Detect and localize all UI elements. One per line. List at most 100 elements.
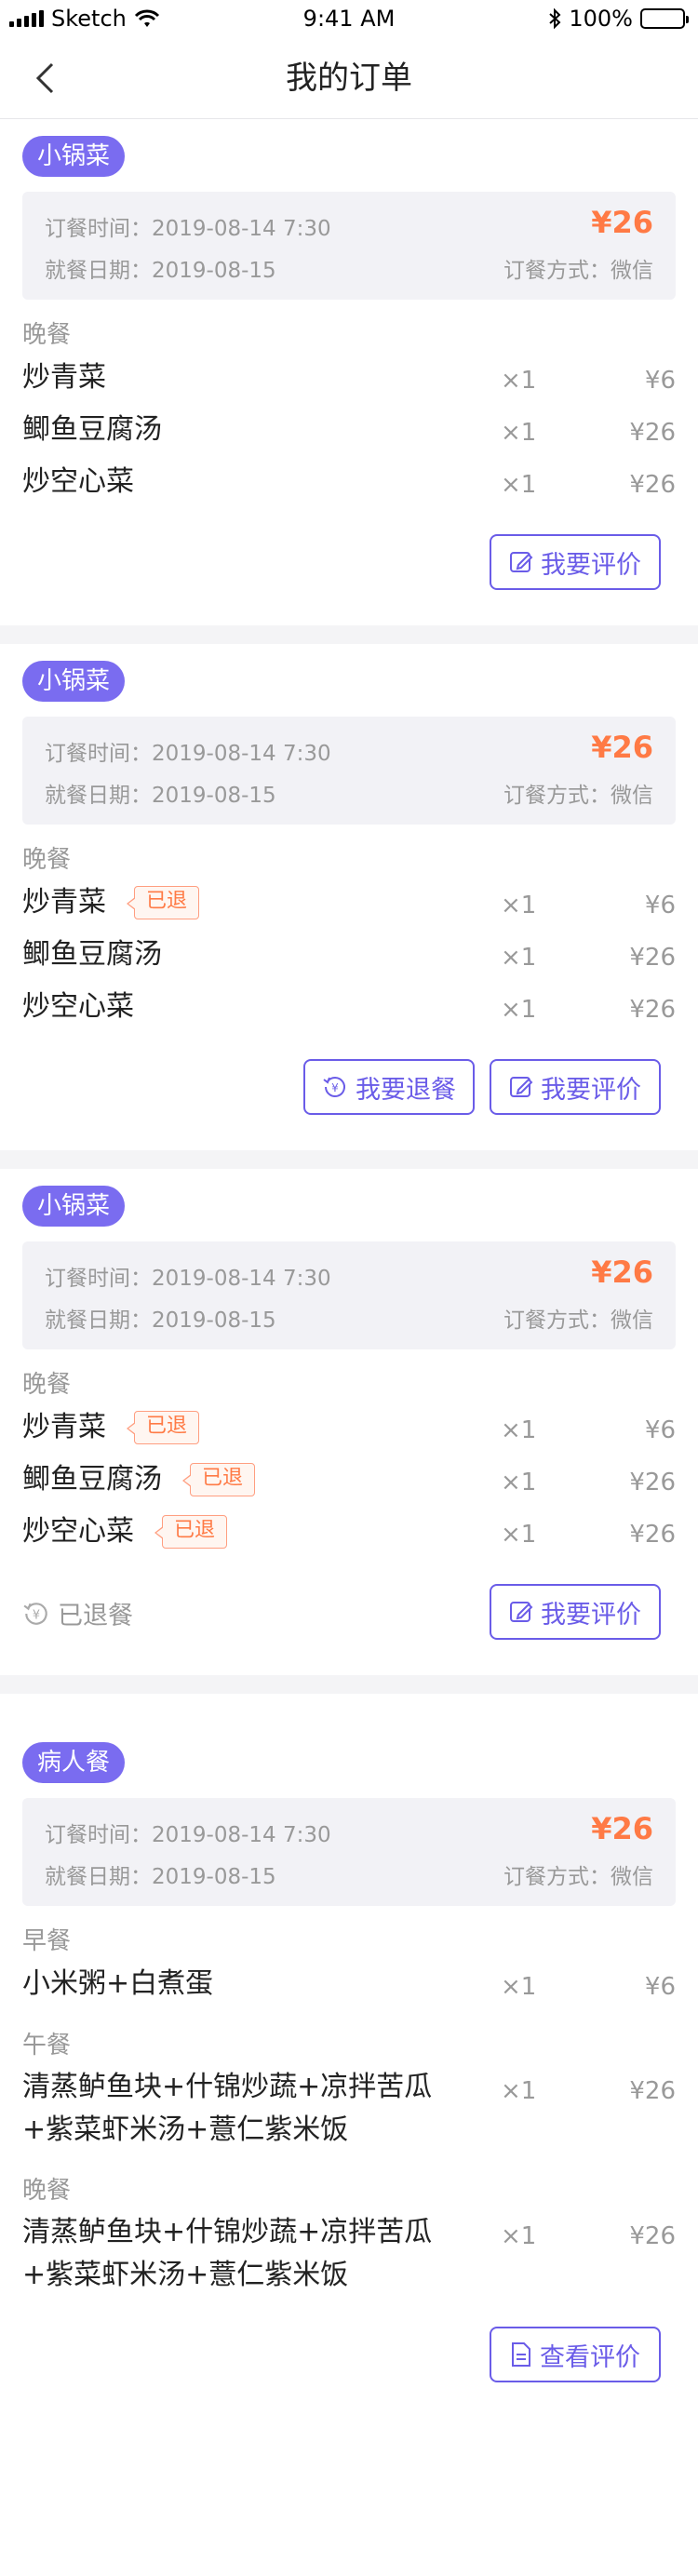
dish-qty: ×1 <box>501 1416 537 1444</box>
order-time-label: 订餐时间： <box>45 1823 152 1847</box>
order-card: 小锅菜 订餐时间：2019-08-14 7:30 就餐日期：2019-08-15… <box>0 661 698 1115</box>
nav-bar: 我的订单 <box>0 37 698 119</box>
view-review-button[interactable]: 查看评价 <box>490 2327 661 2382</box>
dish-name: 炒青菜 <box>22 1411 106 1443</box>
dine-date: 2019-08-15 <box>152 259 276 283</box>
dish-qty: ×1 <box>501 1469 537 1496</box>
pay-method: 微信 <box>611 784 653 808</box>
dish-price: ¥26 <box>629 1469 676 1496</box>
order-time: 2019-08-14 7:30 <box>152 742 331 766</box>
review-button[interactable]: 我要评价 <box>490 1059 661 1115</box>
dish-row: 鲫鱼豆腐汤 ×1 ¥26 <box>22 929 676 981</box>
bluetooth-icon <box>549 7 561 30</box>
page-title: 我的订单 <box>286 60 412 97</box>
dine-date: 2019-08-15 <box>152 1308 276 1333</box>
dish-name: 炒青菜 <box>22 886 106 919</box>
pay-method-label: 订餐方式： <box>503 1865 611 1889</box>
meal-label: 早餐 <box>22 1927 72 1955</box>
edit-icon <box>510 552 533 572</box>
section-divider <box>0 625 698 644</box>
dish-qty: ×1 <box>501 944 537 972</box>
order-type-tag: 小锅菜 <box>22 136 126 177</box>
dish-qty: ×1 <box>501 996 537 1024</box>
meal-label: 晚餐 <box>22 1371 72 1399</box>
dine-date: 2019-08-15 <box>152 784 276 808</box>
dine-date-label: 就餐日期： <box>45 1865 152 1889</box>
dish-row: 炒青菜 已退 ×1 ¥6 <box>22 877 676 929</box>
dish-qty: ×1 <box>501 419 537 447</box>
dish-price: ¥6 <box>644 892 676 919</box>
refunded-badge: 已退 <box>126 886 200 919</box>
dish-row: 鲫鱼豆腐汤 ×1 ¥26 <box>22 404 676 456</box>
battery-icon <box>640 8 689 29</box>
refund-icon: ¥ <box>23 1602 47 1625</box>
dish-price: ¥26 <box>629 996 676 1024</box>
review-button-label: 我要评价 <box>541 550 641 580</box>
review-button[interactable]: 我要评价 <box>490 1584 661 1640</box>
order-info: 订餐时间：2019-08-14 7:30 就餐日期：2019-08-15 ¥26… <box>22 1241 676 1349</box>
order-card: 病人餐 订餐时间：2019-08-14 7:30 就餐日期：2019-08-15… <box>0 1742 698 2382</box>
dish-price: ¥26 <box>629 944 676 972</box>
order-type-tag: 病人餐 <box>22 1742 126 1783</box>
order-info: 订餐时间：2019-08-14 7:30 就餐日期：2019-08-15 ¥26… <box>22 1798 676 1906</box>
dish-row: 炒青菜 ×1 ¥6 <box>22 352 676 404</box>
view-review-button-label: 查看评价 <box>540 2342 640 2372</box>
meal-label: 晚餐 <box>22 2177 72 2205</box>
dine-date-label: 就餐日期： <box>45 784 152 808</box>
review-button[interactable]: 我要评价 <box>490 534 661 590</box>
order-time: 2019-08-14 7:30 <box>152 1267 331 1291</box>
pay-method: 微信 <box>611 1308 653 1333</box>
dish-row: 炒空心菜 已退 ×1 ¥26 <box>22 1506 676 1558</box>
dish-row: 鲫鱼豆腐汤 已退 ×1 ¥26 <box>22 1454 676 1506</box>
svg-text:¥: ¥ <box>331 1081 339 1094</box>
dish-price: ¥26 <box>629 419 676 447</box>
refunded-status-label: 已退餐 <box>58 1602 133 1630</box>
pay-method-label: 订餐方式： <box>503 1308 611 1333</box>
dish-name: 鲫鱼豆腐汤 <box>22 413 162 446</box>
dish-qty: ×1 <box>501 471 537 499</box>
order-card: 小锅菜 订餐时间：2019-08-14 7:30 就餐日期：2019-08-15… <box>0 136 698 590</box>
dish-name: 炒空心菜 <box>22 990 134 1023</box>
dine-date-label: 就餐日期： <box>45 1308 152 1333</box>
order-actions: ¥ 我要退餐 我要评价 <box>22 1059 676 1115</box>
meal-label: 晚餐 <box>22 321 72 349</box>
dish-qty: ×1 <box>501 892 537 919</box>
order-total: ¥26 <box>591 730 653 765</box>
dish-price: ¥26 <box>629 471 676 499</box>
review-button-label: 我要评价 <box>541 1600 641 1630</box>
dish-name: 清蒸鲈鱼块+什锦炒蔬+凉拌苦瓜+紫菜虾米汤+薏仁紫米饭 <box>22 2071 433 2146</box>
dish-name: 炒空心菜 <box>22 1515 134 1548</box>
pay-method-label: 订餐方式： <box>503 259 611 283</box>
pay-method: 微信 <box>611 1865 653 1889</box>
dish-price: ¥26 <box>629 2077 676 2105</box>
refund-button-label: 我要退餐 <box>356 1075 456 1105</box>
svg-text:¥: ¥ <box>33 1608 40 1622</box>
review-button-label: 我要评价 <box>541 1075 641 1105</box>
order-actions: 查看评价 <box>22 2327 676 2382</box>
dish-row: 炒青菜 已退 ×1 ¥6 <box>22 1402 676 1454</box>
order-time: 2019-08-14 7:30 <box>152 217 331 241</box>
dish-name: 鲫鱼豆腐汤 <box>22 1463 162 1496</box>
refund-button[interactable]: ¥ 我要退餐 <box>303 1059 475 1115</box>
refunded-badge: 已退 <box>181 1463 256 1496</box>
order-type-tag: 小锅菜 <box>22 1186 126 1227</box>
refund-icon: ¥ <box>323 1077 345 1097</box>
order-time: 2019-08-14 7:30 <box>152 1823 331 1847</box>
order-time-label: 订餐时间： <box>45 742 152 766</box>
status-bar: Sketch 9:41 AM 100% <box>0 0 698 37</box>
battery-percent: 100% <box>569 6 633 32</box>
dine-date-label: 就餐日期： <box>45 259 152 283</box>
dish-row: 小米粥+白煮蛋 ×1 ¥6 <box>22 1958 676 2010</box>
status-right: 100% <box>548 6 689 32</box>
dish-price: ¥6 <box>644 1416 676 1444</box>
dish-name: 炒青菜 <box>22 361 106 394</box>
dish-name: 清蒸鲈鱼块+什锦炒蔬+凉拌苦瓜+紫菜虾米汤+薏仁紫米饭 <box>22 2216 433 2291</box>
order-info: 订餐时间：2019-08-14 7:30 就餐日期：2019-08-15 ¥26… <box>22 192 676 300</box>
dish-price: ¥6 <box>644 367 676 395</box>
dish-qty: ×1 <box>501 2222 537 2250</box>
order-total: ¥26 <box>591 1254 653 1290</box>
top-spacer <box>0 119 698 136</box>
dish-name: 小米粥+白煮蛋 <box>22 1967 214 2000</box>
dish-row: 清蒸鲈鱼块+什锦炒蔬+凉拌苦瓜+紫菜虾米汤+薏仁紫米饭 ×1 ¥26 <box>22 2207 676 2301</box>
refunded-badge: 已退 <box>126 1411 200 1444</box>
